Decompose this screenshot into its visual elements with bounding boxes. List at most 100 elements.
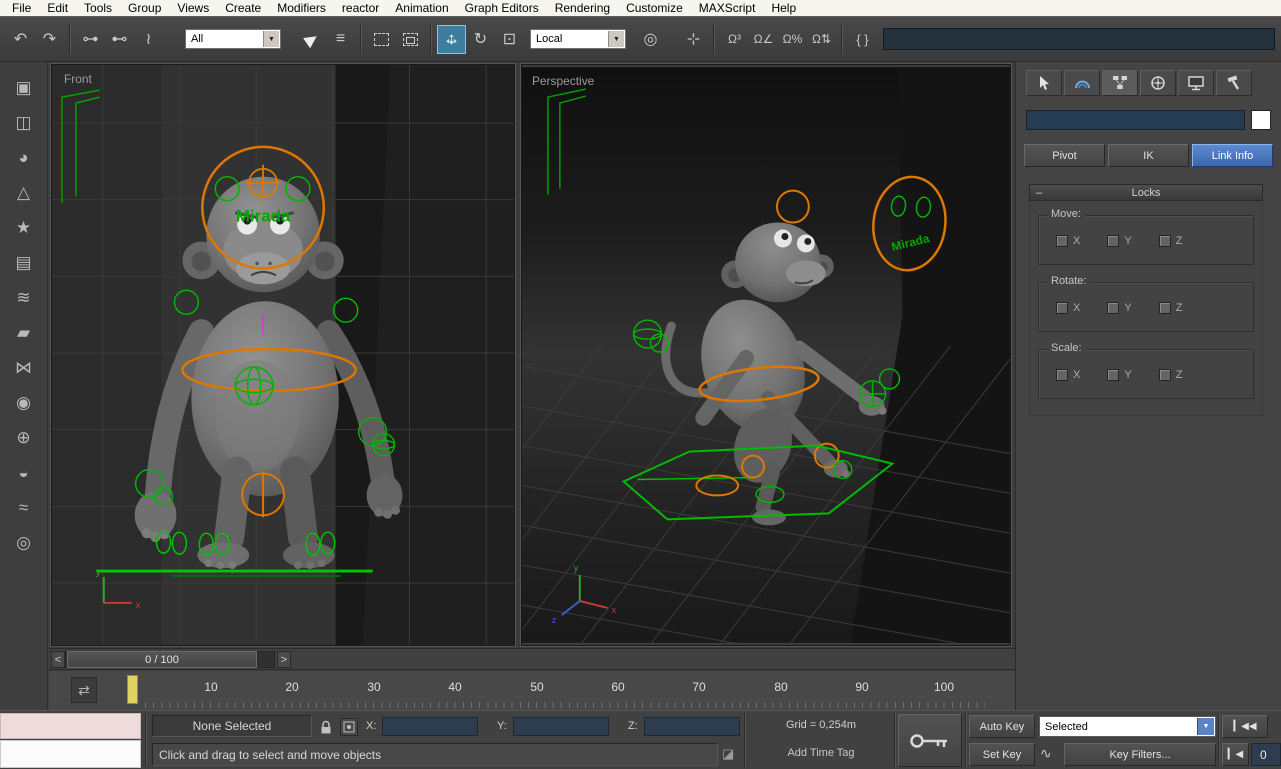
bind-to-space-warp-button[interactable]: ≀: [134, 25, 163, 54]
dropdown-arrow-icon[interactable]: ▼: [263, 31, 279, 47]
scale-y-checkbox[interactable]: [1107, 369, 1120, 381]
communication-icon[interactable]: ◪: [722, 746, 734, 762]
front-viewport[interactable]: Mirada y x Front: [50, 63, 516, 647]
tab-display-panel[interactable]: [1178, 70, 1214, 96]
select-by-name-button[interactable]: ≡: [326, 25, 355, 54]
redo-button[interactable]: ↷: [35, 25, 64, 54]
key-curve-icon[interactable]: ∿: [1040, 745, 1052, 762]
y-coordinate-field[interactable]: [513, 717, 609, 736]
front-viewport-canvas[interactable]: Mirada y x Front: [52, 65, 514, 645]
auto-key-button[interactable]: Auto Key: [969, 715, 1035, 738]
dropdown-arrow-icon[interactable]: ▼: [1197, 718, 1214, 735]
perspective-viewport-canvas[interactable]: Mirada y x z Perspective: [522, 65, 1010, 645]
rectangular-selection-region-button[interactable]: [367, 25, 396, 54]
locks-rollout-header[interactable]: – Locks: [1029, 184, 1263, 201]
wind-button[interactable]: ◎: [6, 528, 42, 558]
rotate-y-checkbox[interactable]: [1107, 302, 1120, 314]
edit-named-selection-sets-button[interactable]: { }: [848, 25, 877, 54]
dropdown-arrow-icon[interactable]: ▼: [608, 31, 624, 47]
time-slider-previous-arrow[interactable]: <: [51, 651, 65, 668]
previous-frame-button[interactable]: ▎◀: [1222, 743, 1249, 766]
select-and-rotate-button[interactable]: ↻: [466, 25, 495, 54]
rotate-x-checkbox[interactable]: [1056, 302, 1068, 314]
set-keys-button[interactable]: [898, 714, 962, 767]
mini-curve-editor-toggle[interactable]: ⇄: [71, 677, 97, 703]
spring-button[interactable]: ≋: [6, 283, 42, 313]
selection-lock-toggle[interactable]: [317, 718, 335, 736]
track-bar-timeline[interactable]: ⇄ 10 20 30 40 50 60 70 80 90 100: [49, 671, 1015, 710]
move-y-checkbox[interactable]: [1107, 235, 1120, 247]
x-coordinate-field[interactable]: [382, 717, 478, 736]
move-z-checkbox[interactable]: [1158, 235, 1171, 247]
rotate-z-checkbox[interactable]: [1158, 302, 1171, 314]
angle-snap-toggle-button[interactable]: Ω∠: [749, 25, 778, 54]
link-info-button[interactable]: Link Info: [1192, 144, 1273, 167]
go-to-start-button[interactable]: ▎◀◀: [1222, 715, 1268, 738]
plane-tool-button[interactable]: ▰: [6, 318, 42, 348]
perspective-viewport-label[interactable]: Perspective: [532, 74, 595, 88]
tab-create-panel[interactable]: [1026, 70, 1062, 96]
spinner-snap-toggle-button[interactable]: Ω⇅: [807, 25, 836, 54]
maxscript-macro-recorder-pane[interactable]: [0, 713, 141, 739]
scale-z-checkbox[interactable]: [1158, 369, 1171, 381]
constraint-solver-button[interactable]: ★: [6, 213, 42, 243]
unlink-selection-button[interactable]: ⊷: [105, 25, 134, 54]
menu-graph-editors[interactable]: Graph Editors: [457, 0, 547, 16]
menu-modifiers[interactable]: Modifiers: [269, 0, 334, 16]
percent-snap-toggle-button[interactable]: Ω%: [778, 25, 807, 54]
select-object-button[interactable]: ▶: [297, 25, 326, 54]
set-key-button[interactable]: Set Key: [969, 743, 1035, 766]
fracture-button[interactable]: ◒: [6, 458, 42, 488]
tab-motion-panel[interactable]: [1140, 70, 1176, 96]
water-button[interactable]: ≈: [6, 493, 42, 523]
select-and-move-button[interactable]: ↔ ↕: [437, 24, 466, 54]
selection-filter-dropdown[interactable]: All ▼: [185, 29, 281, 49]
ik-button[interactable]: IK: [1108, 144, 1189, 167]
rope-collection-button[interactable]: △: [6, 178, 42, 208]
menu-reactor[interactable]: reactor: [334, 0, 387, 16]
menu-file[interactable]: File: [4, 0, 39, 16]
menu-animation[interactable]: Animation: [387, 0, 456, 16]
z-coordinate-field[interactable]: [644, 717, 740, 736]
move-x-checkbox[interactable]: [1056, 235, 1068, 247]
menu-create[interactable]: Create: [217, 0, 269, 16]
time-slider-thumb[interactable]: 0 / 100: [67, 651, 257, 668]
add-time-tag[interactable]: Add Time Tag: [748, 747, 894, 759]
select-and-manipulate-button[interactable]: ⊹: [679, 25, 708, 54]
time-slider-next-arrow[interactable]: >: [277, 651, 291, 668]
menu-views[interactable]: Views: [169, 0, 217, 16]
hinge-constraint-button[interactable]: ⋈: [6, 353, 42, 383]
menu-tools[interactable]: Tools: [76, 0, 120, 16]
snap-toggle-3d-button[interactable]: Ω³: [720, 25, 749, 54]
maxscript-mini-listener-pane[interactable]: [0, 740, 141, 768]
menu-edit[interactable]: Edit: [39, 0, 76, 16]
deforming-mesh-button[interactable]: ▤: [6, 248, 42, 278]
object-color-swatch[interactable]: [1251, 110, 1271, 130]
front-viewport-label[interactable]: Front: [64, 72, 93, 86]
tab-utilities-panel[interactable]: [1216, 70, 1252, 96]
absolute-offset-mode-toggle[interactable]: [340, 718, 358, 736]
scale-x-checkbox[interactable]: [1056, 369, 1068, 381]
menu-group[interactable]: Group: [120, 0, 169, 16]
pivot-button[interactable]: Pivot: [1024, 144, 1105, 167]
tab-modify-panel[interactable]: [1064, 70, 1100, 96]
rigid-body-collection-button[interactable]: ▣: [6, 73, 42, 103]
select-and-scale-button[interactable]: ⊡: [495, 25, 524, 54]
key-mode-dropdown[interactable]: Selected ▼: [1039, 716, 1216, 737]
menu-rendering[interactable]: Rendering: [547, 0, 618, 16]
motor-button[interactable]: ◉: [6, 388, 42, 418]
tab-hierarchy-panel[interactable]: [1102, 70, 1138, 96]
menu-help[interactable]: Help: [763, 0, 804, 16]
window-crossing-toggle[interactable]: [396, 25, 425, 54]
select-and-link-button[interactable]: ⊶: [76, 25, 105, 54]
cloth-collection-button[interactable]: ◫: [6, 108, 42, 138]
soft-body-collection-button[interactable]: ◕: [6, 143, 42, 173]
use-pivot-point-center-button[interactable]: ◎: [636, 25, 665, 54]
menu-maxscript[interactable]: MAXScript: [691, 0, 764, 16]
point-constraint-button[interactable]: ⊕: [6, 423, 42, 453]
named-selection-set-input[interactable]: [883, 28, 1275, 50]
undo-button[interactable]: ↶: [6, 25, 35, 54]
perspective-viewport[interactable]: Mirada y x z Perspective: [520, 63, 1012, 647]
current-frame-marker[interactable]: [127, 675, 138, 704]
current-frame-field[interactable]: 0: [1251, 743, 1281, 766]
